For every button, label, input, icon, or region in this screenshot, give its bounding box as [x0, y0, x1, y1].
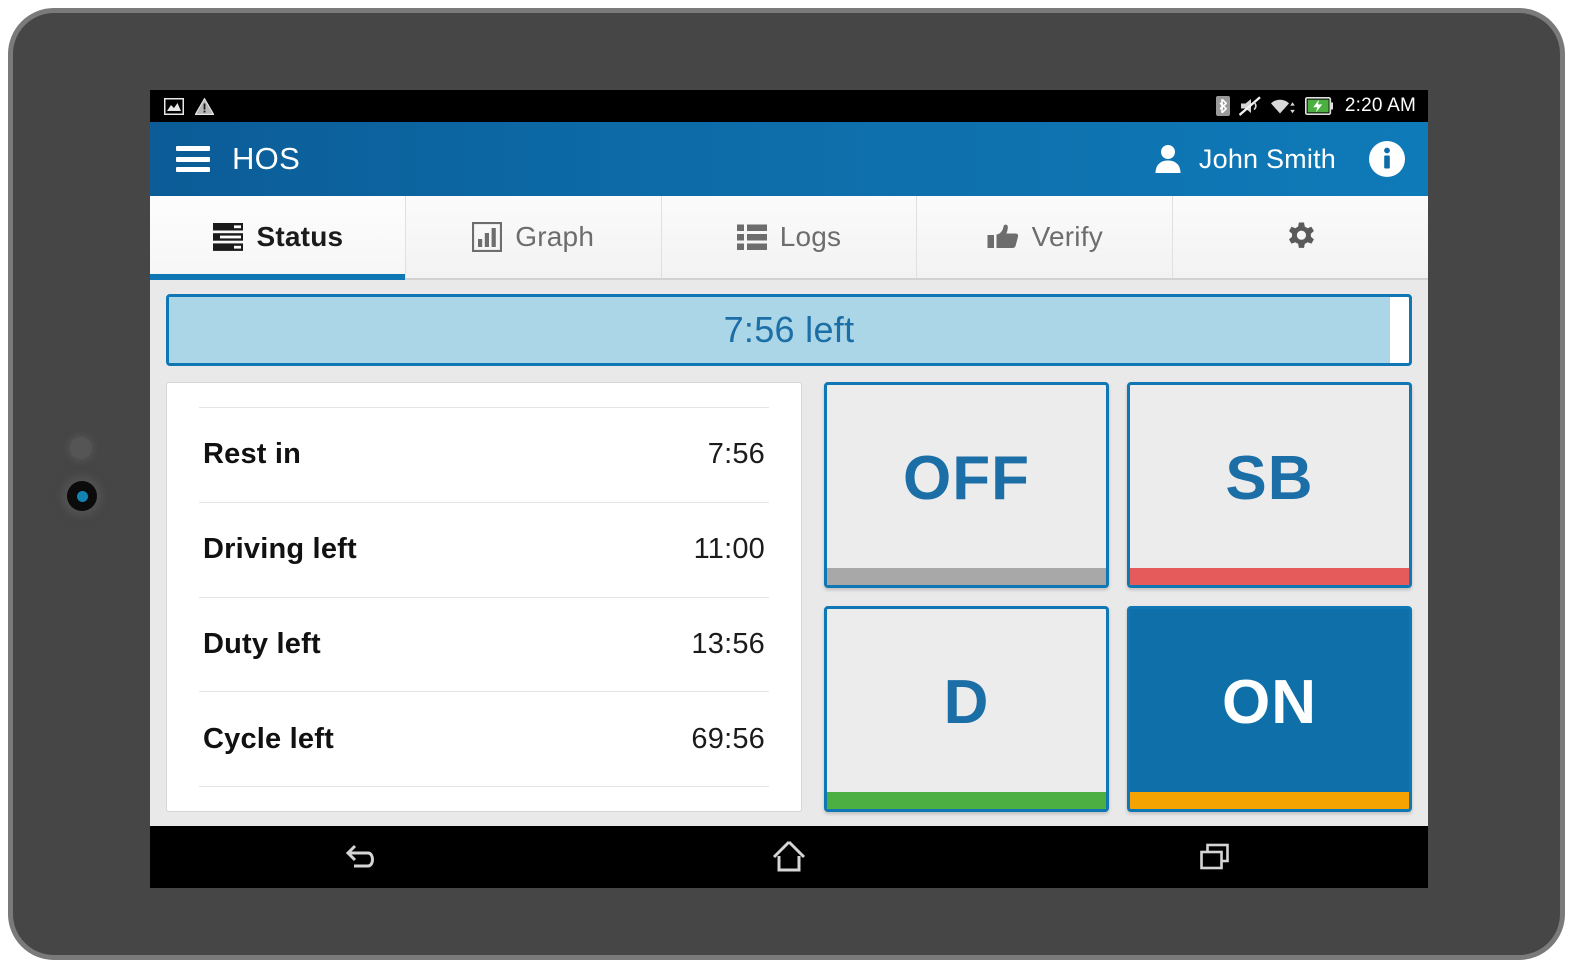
duty-button-d-label: D	[943, 667, 990, 737]
tab-logs-label: Logs	[779, 221, 842, 252]
front-camera-icon	[67, 481, 97, 511]
table-row: Driving left 11:00	[199, 501, 769, 597]
user-name: John Smith	[1198, 143, 1336, 174]
status-summary-table: Rest in 7:56 Driving left 11:00 Duty lef…	[166, 382, 802, 812]
status-lower-area: Rest in 7:56 Driving left 11:00 Duty lef…	[166, 366, 1412, 826]
row-value-cycle-left: 69:56	[691, 722, 765, 755]
duty-status-buttons: OFF SB D ON	[824, 382, 1412, 812]
duty-button-off[interactable]: OFF	[824, 382, 1109, 588]
home-icon[interactable]	[729, 826, 849, 888]
android-status-bar: 2:20 AM	[150, 90, 1428, 122]
status-bar-left-icons	[164, 97, 214, 115]
bluetooth-icon	[1215, 96, 1230, 116]
warning-icon	[195, 97, 214, 115]
duty-button-off-label: OFF	[903, 443, 1030, 513]
tab-graph-label: Graph	[515, 221, 595, 252]
recent-apps-icon[interactable]	[1155, 826, 1275, 888]
duty-accent-on	[1130, 792, 1409, 809]
duty-button-d[interactable]: D	[824, 606, 1109, 812]
status-screen-content: 7:56 left Rest in 7:56 Driving left 11:0…	[150, 280, 1428, 826]
back-arrow-icon[interactable]	[303, 826, 423, 888]
front-sensor-icon	[70, 437, 92, 459]
tab-logs[interactable]: Logs	[661, 196, 918, 278]
info-icon[interactable]	[1368, 140, 1406, 178]
duty-button-on-label: ON	[1222, 667, 1317, 737]
duty-accent-d	[827, 792, 1106, 809]
time-remaining-progress-bar[interactable]: 7:56 left	[166, 294, 1412, 366]
list-icon	[736, 224, 767, 250]
hamburger-bar-2	[176, 156, 210, 162]
tab-bar: Status Graph Logs Verify	[150, 196, 1428, 280]
device-screen: 2:20 AM HOS John Smith Status Graph Logs…	[150, 90, 1428, 888]
server-list-icon	[212, 222, 244, 252]
tab-graph[interactable]: Graph	[405, 196, 662, 278]
tab-status-label: Status	[256, 221, 344, 252]
duty-button-sb[interactable]: SB	[1127, 382, 1412, 588]
battery-charging-icon	[1304, 97, 1333, 115]
tab-settings[interactable]	[1173, 196, 1428, 278]
tab-status[interactable]: Status	[150, 196, 406, 280]
row-label-duty-left: Duty left	[203, 627, 321, 660]
status-bar-clock: 2:20 AM	[1344, 95, 1416, 116]
table-row: Duty left 13:56	[199, 596, 769, 692]
duty-button-on[interactable]: ON	[1127, 606, 1412, 812]
duty-accent-off	[827, 568, 1106, 585]
tab-verify-label: Verify	[1031, 221, 1103, 252]
row-label-cycle-left: Cycle left	[203, 722, 334, 755]
user-account-area[interactable]: John Smith	[1151, 140, 1406, 178]
row-label-driving-left: Driving left	[203, 533, 357, 566]
gear-icon	[1284, 220, 1318, 254]
thumbs-up-icon	[987, 223, 1019, 251]
table-row: Rest in 7:56	[199, 407, 769, 502]
hamburger-bar-3	[176, 167, 210, 172]
person-icon	[1155, 145, 1181, 173]
mute-icon	[1238, 96, 1261, 116]
tab-verify[interactable]: Verify	[917, 196, 1174, 278]
android-navigation-bar	[150, 826, 1428, 888]
image-icon	[164, 97, 184, 115]
duty-accent-sb	[1130, 568, 1409, 585]
app-title: HOS	[232, 141, 301, 176]
status-bar-right-icons: 2:20 AM	[1215, 95, 1416, 117]
camera-lens	[76, 490, 88, 502]
row-value-driving-left: 11:00	[693, 533, 765, 566]
duty-button-sb-label: SB	[1225, 443, 1314, 513]
hamburger-menu-icon[interactable]	[176, 146, 210, 172]
row-value-duty-left: 13:56	[691, 627, 765, 660]
app-bar: HOS John Smith	[150, 122, 1428, 196]
row-value-rest-in: 7:56	[707, 438, 765, 471]
bar-chart-icon	[472, 222, 503, 252]
progress-label: 7:56 left	[723, 309, 855, 350]
tablet-device-frame: 2:20 AM HOS John Smith Status Graph Logs…	[8, 8, 1565, 960]
hamburger-bar-1	[176, 146, 210, 151]
wifi-icon	[1270, 99, 1295, 114]
row-label-rest-in: Rest in	[203, 438, 302, 471]
table-row: Cycle left 69:56	[199, 691, 769, 787]
